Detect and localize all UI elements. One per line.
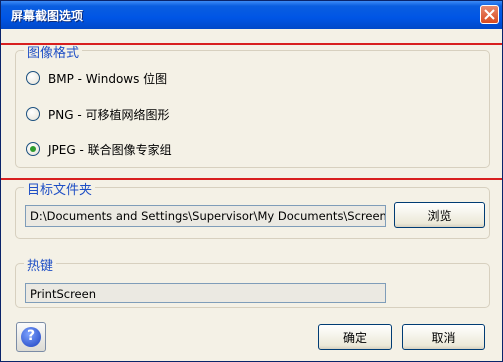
dialog-window: 屏幕截图选项 图像格式 BMP - Windows 位图 PNG - 可移植网络… <box>0 0 503 362</box>
radio-option-bmp[interactable]: BMP - Windows 位图 <box>26 68 167 88</box>
annotation-line-top <box>1 43 502 45</box>
window-title: 屏幕截图选项 <box>11 9 84 23</box>
image-format-group: 图像格式 BMP - Windows 位图 PNG - 可移植网络图形 JPEG… <box>15 42 490 168</box>
hotkey-legend: 热键 <box>24 255 57 274</box>
cancel-button[interactable]: 取消 <box>402 324 485 350</box>
radio-button-selected[interactable] <box>26 142 40 156</box>
browse-button[interactable]: 浏览 <box>394 202 485 228</box>
ok-button[interactable]: 确定 <box>318 324 392 350</box>
radio-selected-dot <box>30 146 36 152</box>
annotation-line-bottom <box>1 178 502 180</box>
close-button[interactable] <box>480 5 499 24</box>
radio-option-jpeg[interactable]: JPEG - 联合图像专家组 <box>26 139 172 159</box>
close-icon <box>484 9 495 20</box>
help-symbol: ? <box>26 328 36 344</box>
radio-button[interactable] <box>26 107 40 121</box>
radio-label-png: PNG - 可移植网络图形 <box>48 107 170 122</box>
folder-path-field[interactable]: D:\Documents and Settings\Supervisor\My … <box>25 205 386 227</box>
help-button[interactable]: ? <box>16 322 46 352</box>
radio-button[interactable] <box>26 71 40 85</box>
help-icon: ? <box>21 327 41 347</box>
target-folder-legend: 目标文件夹 <box>24 179 96 198</box>
radio-label-jpeg: JPEG - 联合图像专家组 <box>48 142 172 157</box>
hotkey-field[interactable]: PrintScreen <box>25 283 386 303</box>
radio-label-bmp: BMP - Windows 位图 <box>48 71 168 86</box>
title-bar[interactable]: 屏幕截图选项 <box>1 1 502 29</box>
radio-option-png[interactable]: PNG - 可移植网络图形 <box>26 104 169 124</box>
